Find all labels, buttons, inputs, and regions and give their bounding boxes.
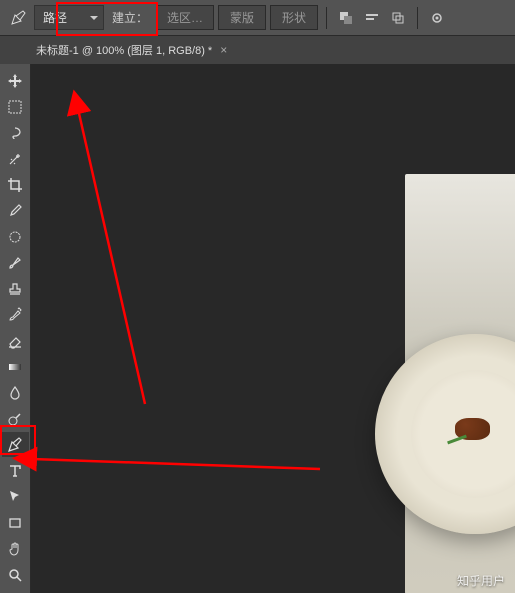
blur-tool[interactable] bbox=[2, 380, 29, 405]
path-operations-icon[interactable] bbox=[335, 7, 357, 29]
tools-panel bbox=[0, 64, 31, 593]
plate-shape bbox=[375, 334, 515, 534]
eyedropper-tool[interactable] bbox=[2, 198, 29, 223]
annotation-box-pentool bbox=[0, 425, 36, 455]
tab-title: 未标题-1 @ 100% (图层 1, RGB/8) * bbox=[36, 42, 212, 58]
make-shape-button[interactable]: 形状 bbox=[270, 5, 318, 30]
make-selection-button[interactable]: 选区… bbox=[156, 5, 214, 30]
marquee-tool[interactable] bbox=[2, 94, 29, 119]
lasso-tool[interactable] bbox=[2, 120, 29, 145]
history-brush-tool[interactable] bbox=[2, 302, 29, 327]
divider bbox=[326, 7, 327, 29]
type-tool[interactable] bbox=[2, 458, 29, 483]
path-align-icon[interactable] bbox=[361, 7, 383, 29]
gear-icon[interactable] bbox=[426, 7, 448, 29]
annotation-box-dropdown bbox=[56, 2, 158, 36]
wand-tool[interactable] bbox=[2, 146, 29, 171]
main-area: 知乎用户 bbox=[0, 64, 515, 593]
zoom-tool[interactable] bbox=[2, 562, 29, 587]
document-tab[interactable]: 未标题-1 @ 100% (图层 1, RGB/8) * × bbox=[32, 42, 231, 58]
tab-close-icon[interactable]: × bbox=[220, 43, 227, 57]
image-content bbox=[405, 174, 515, 593]
brush-tool[interactable] bbox=[2, 250, 29, 275]
stamp-tool[interactable] bbox=[2, 276, 29, 301]
pen-tool-icon bbox=[6, 6, 30, 30]
crop-tool[interactable] bbox=[2, 172, 29, 197]
gradient-tool[interactable] bbox=[2, 354, 29, 379]
watermark-text: 知乎用户 bbox=[457, 572, 505, 589]
eraser-tool[interactable] bbox=[2, 328, 29, 353]
move-tool[interactable] bbox=[2, 68, 29, 93]
document-tab-bar: 未标题-1 @ 100% (图层 1, RGB/8) * × bbox=[0, 36, 515, 64]
path-select-tool[interactable] bbox=[2, 484, 29, 509]
patch-tool[interactable] bbox=[2, 224, 29, 249]
hand-tool[interactable] bbox=[2, 536, 29, 561]
make-mask-button[interactable]: 蒙版 bbox=[218, 5, 266, 30]
canvas-area[interactable]: 知乎用户 bbox=[31, 64, 515, 593]
rectangle-tool[interactable] bbox=[2, 510, 29, 535]
divider bbox=[417, 7, 418, 29]
path-arrange-icon[interactable] bbox=[387, 7, 409, 29]
